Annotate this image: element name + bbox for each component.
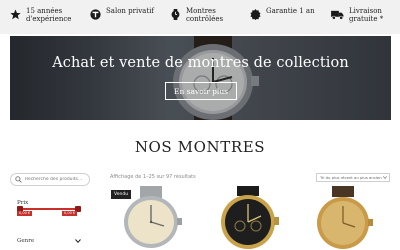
product-card[interactable] — [206, 186, 291, 250]
feature-experience: 15 années d'expérience — [10, 7, 71, 23]
product-image — [221, 186, 279, 249]
feature-line: contrôlées — [186, 15, 224, 23]
star-icon — [10, 9, 21, 20]
features-bar: 15 années d'expérience Salon privatif Mo… — [0, 0, 400, 34]
watch-icon — [171, 9, 180, 20]
feature-line: Garantie 1 an — [266, 7, 315, 15]
chevron-down-icon — [383, 176, 387, 179]
hero-overlay — [10, 36, 391, 120]
learn-more-button[interactable]: En savoir plus — [165, 82, 237, 100]
search-icon — [15, 176, 22, 183]
genre-filter[interactable]: Genre — [17, 238, 81, 244]
price-slider-track — [17, 208, 81, 210]
delivery-truck-icon — [331, 10, 344, 20]
hero-title: Achat et vente de montres de collection — [52, 55, 349, 71]
feature-line: d'expérience — [26, 15, 72, 23]
feature-salon: Salon privatif — [90, 7, 154, 20]
search-input[interactable] — [25, 177, 87, 182]
seal-badge-icon — [250, 9, 261, 20]
genre-filter-label: Genre — [17, 238, 35, 244]
feature-line: Salon privatif — [106, 7, 154, 15]
hero-banner: Achat et vente de montres de collection … — [10, 36, 391, 120]
feature-line: Livraison — [349, 7, 382, 15]
chevron-down-icon — [75, 239, 81, 243]
feature-line: Montres — [186, 7, 216, 15]
sort-select-value: Tri du plus récent au plus ancien — [320, 175, 382, 180]
feature-warranty: Garantie 1 an — [250, 7, 315, 20]
section-title: NOS MONTRES — [134, 138, 266, 156]
feature-controlled: Montres contrôlées — [170, 7, 223, 23]
feature-delivery: Livraison gratuite * — [331, 7, 383, 23]
product-search[interactable] — [10, 173, 90, 186]
sort-select[interactable]: Tri du plus récent au plus ancien — [316, 173, 390, 182]
price-max-value: 0,00 € — [62, 211, 78, 216]
product-image — [317, 186, 373, 249]
feature-line: gratuite * — [349, 15, 384, 23]
feature-line: 15 années — [26, 7, 63, 15]
sold-badge: Vendu — [111, 190, 132, 199]
results-count: Affichage de 1–25 sur 97 résultats — [110, 174, 196, 180]
price-min-value: 0,00 € — [17, 211, 33, 216]
t-logo-icon — [90, 9, 101, 20]
product-card[interactable] — [300, 186, 385, 250]
